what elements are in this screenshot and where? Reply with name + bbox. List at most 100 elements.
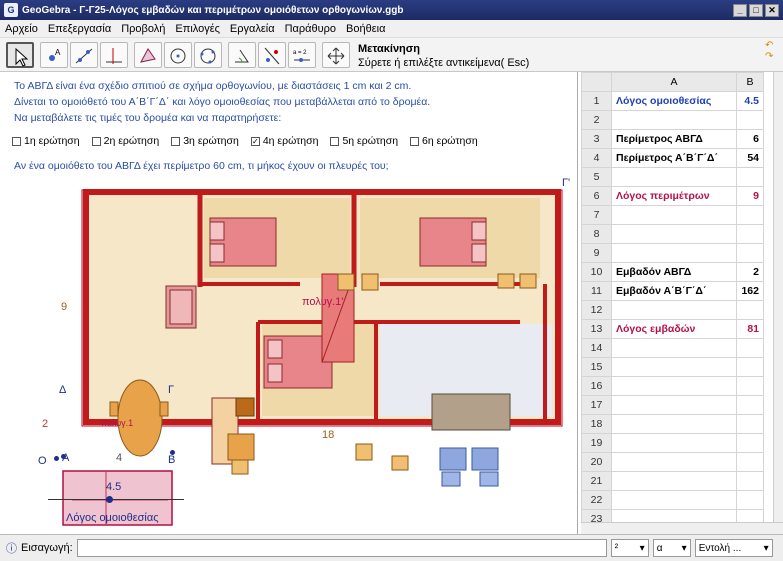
cell-b[interactable]: [736, 224, 764, 244]
circle-three-points-tool-button[interactable]: [194, 42, 222, 68]
cell-a[interactable]: Λόγος εμβαδών: [611, 319, 737, 339]
cell-a[interactable]: [611, 433, 737, 453]
row-header[interactable]: 8: [581, 224, 612, 244]
slider-tool-button[interactable]: a = 2: [288, 42, 316, 68]
cell-b[interactable]: 54: [736, 148, 764, 168]
menu-options[interactable]: Επιλογές: [170, 23, 225, 35]
row-header[interactable]: 7: [581, 205, 612, 225]
reflect-tool-button[interactable]: [258, 42, 286, 68]
cell-a[interactable]: [611, 110, 737, 130]
cell-a[interactable]: [611, 205, 737, 225]
cell-a[interactable]: Λόγος ομοιοθεσίας: [611, 91, 737, 111]
cell-b[interactable]: [736, 110, 764, 130]
superscript-select[interactable]: ² ▾: [610, 539, 649, 557]
cell-a[interactable]: [611, 357, 737, 377]
line-tool-button[interactable]: [70, 42, 98, 68]
slider-thumb[interactable]: [106, 496, 113, 503]
menu-view[interactable]: Προβολή: [116, 23, 170, 35]
cell-a[interactable]: [611, 490, 737, 510]
row-header[interactable]: 6: [581, 186, 612, 206]
row-header[interactable]: 17: [581, 395, 612, 415]
row-header[interactable]: 22: [581, 490, 612, 510]
cell-a[interactable]: [611, 243, 737, 263]
row-header[interactable]: 2: [581, 110, 612, 130]
row-header[interactable]: 9: [581, 243, 612, 263]
cell-b[interactable]: 9: [736, 186, 764, 206]
row-header[interactable]: 21: [581, 471, 612, 491]
cell-b[interactable]: 162: [736, 281, 764, 301]
cell-b[interactable]: [736, 376, 764, 396]
circle-tool-button[interactable]: [164, 42, 192, 68]
symbol-select[interactable]: α ▾: [652, 539, 691, 557]
maximize-button[interactable]: □: [749, 3, 763, 17]
row-header[interactable]: 13: [581, 319, 612, 339]
cell-a[interactable]: Εμβαδόν ΑΒΓΔ: [611, 262, 737, 282]
cell-a[interactable]: Περίμετρος Α΄Β΄Γ΄Δ΄: [611, 148, 737, 168]
cell-a[interactable]: Εμβαδόν Α΄Β΄Γ΄Δ΄: [611, 281, 737, 301]
cell-b[interactable]: [736, 300, 764, 320]
cell-b[interactable]: [736, 433, 764, 453]
row-header[interactable]: 19: [581, 433, 612, 453]
input-field[interactable]: [76, 539, 607, 557]
cell-b[interactable]: [736, 357, 764, 377]
cell-a[interactable]: [611, 471, 737, 491]
cell-b[interactable]: 2: [736, 262, 764, 282]
close-button[interactable]: ✕: [765, 3, 779, 17]
cell-b[interactable]: 6: [736, 129, 764, 149]
cell-b[interactable]: [736, 490, 764, 510]
polygon-tool-button[interactable]: [134, 42, 162, 68]
point-o-label[interactable]: O: [38, 455, 47, 467]
menu-help[interactable]: Βοήθεια: [341, 23, 390, 35]
cell-b[interactable]: [736, 471, 764, 491]
point-tool-button[interactable]: A: [40, 42, 68, 68]
cell-a[interactable]: [611, 300, 737, 320]
row-header[interactable]: 5: [581, 167, 612, 187]
help-icon[interactable]: ⓘ: [6, 540, 17, 556]
spreadsheet-view[interactable]: A B 1 Λόγος ομοιοθεσίας 4.5 2 3 Περίμετρος ΑΒ…: [581, 72, 783, 534]
cell-b[interactable]: [736, 452, 764, 472]
cell-a[interactable]: [611, 338, 737, 358]
point-g-prime-label[interactable]: Γ': [562, 177, 570, 189]
menu-tools[interactable]: Εργαλεία: [225, 23, 280, 35]
menu-edit[interactable]: Επεξεργασία: [43, 23, 116, 35]
row-header[interactable]: 12: [581, 300, 612, 320]
row-header[interactable]: 15: [581, 357, 612, 377]
row-header[interactable]: 20: [581, 452, 612, 472]
angle-tool-button[interactable]: [228, 42, 256, 68]
cell-b[interactable]: 4.5: [736, 91, 764, 111]
point-d-label[interactable]: Δ: [59, 384, 66, 396]
point-g-label[interactable]: Γ: [168, 384, 174, 396]
point-o-marker[interactable]: [54, 456, 59, 461]
undo-icon[interactable]: ↶ ↷: [765, 40, 777, 64]
point-b-label[interactable]: B: [168, 454, 175, 466]
minimize-button[interactable]: _: [733, 3, 747, 17]
row-header[interactable]: 10: [581, 262, 612, 282]
horizontal-scrollbar[interactable]: [581, 522, 783, 534]
perpendicular-tool-button[interactable]: [100, 42, 128, 68]
cell-b[interactable]: [736, 205, 764, 225]
menu-file[interactable]: Αρχείο: [0, 23, 43, 35]
cell-a[interactable]: [611, 452, 737, 472]
row-header[interactable]: 4: [581, 148, 612, 168]
slider-track[interactable]: [48, 499, 184, 500]
cell-a[interactable]: [611, 395, 737, 415]
cell-a[interactable]: [611, 167, 737, 187]
cell-b[interactable]: [736, 395, 764, 415]
point-a-marker[interactable]: [61, 454, 66, 459]
menu-window[interactable]: Παράθυρο: [280, 23, 341, 35]
vertical-scrollbar[interactable]: [773, 72, 783, 534]
row-header[interactable]: 1: [581, 91, 612, 111]
cell-a[interactable]: [611, 414, 737, 434]
cell-a[interactable]: [611, 376, 737, 396]
column-header-a[interactable]: A: [611, 72, 737, 92]
row-header[interactable]: 3: [581, 129, 612, 149]
row-header[interactable]: 16: [581, 376, 612, 396]
cell-b[interactable]: [736, 167, 764, 187]
column-header-b[interactable]: B: [736, 72, 764, 92]
row-header[interactable]: 18: [581, 414, 612, 434]
cell-a[interactable]: Λόγος περιμέτρων: [611, 186, 737, 206]
move-tool-button[interactable]: [6, 42, 34, 68]
cell-b[interactable]: [736, 243, 764, 263]
row-header[interactable]: 14: [581, 338, 612, 358]
move-view-tool-button[interactable]: [322, 42, 350, 68]
